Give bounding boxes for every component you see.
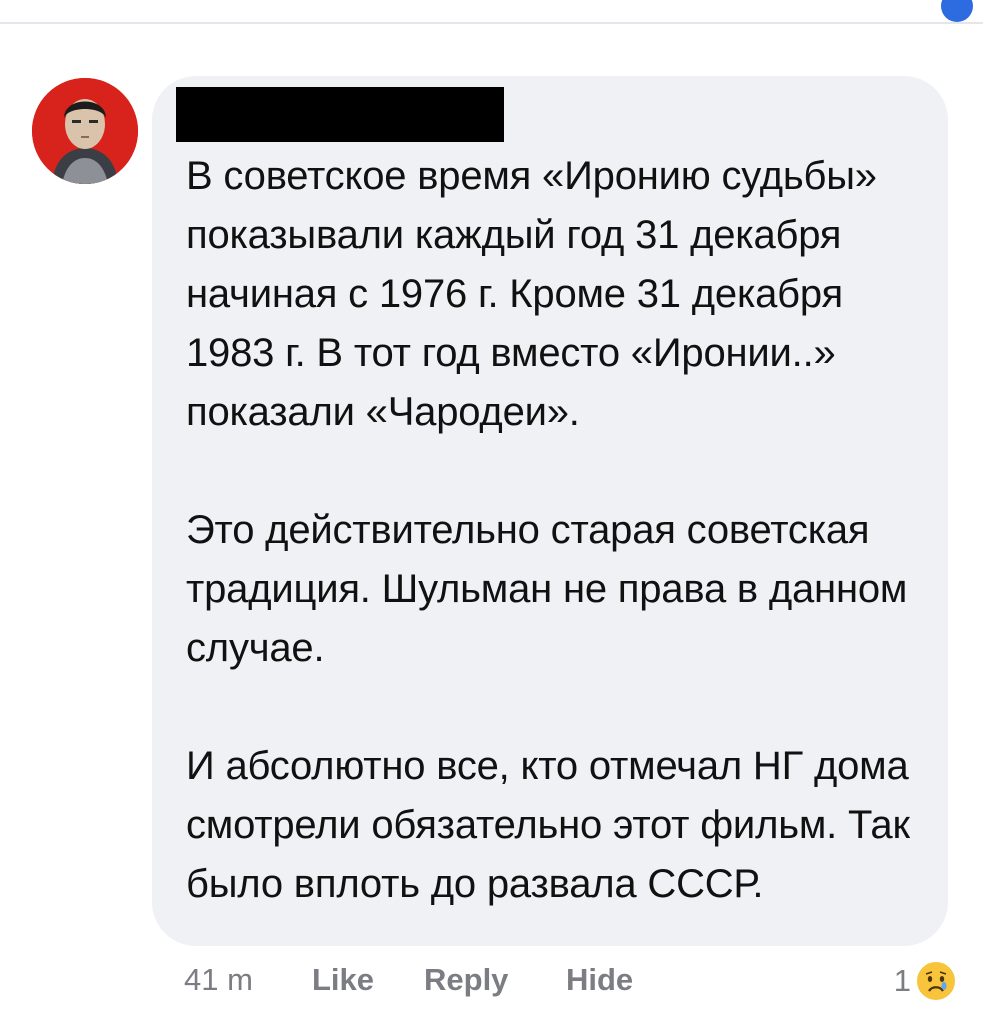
- comment-text: В советское время «Иронию судьбы» показы…: [186, 147, 926, 914]
- comment-thread: В советское время «Иронию судьбы» показы…: [0, 0, 983, 1024]
- hide-button[interactable]: Hide: [566, 962, 633, 998]
- redacted-author-name: [176, 87, 504, 142]
- reactions-summary[interactable]: 1: [894, 958, 957, 1004]
- user-avatar-icon[interactable]: [32, 78, 138, 184]
- divider: [0, 22, 983, 24]
- previous-reaction-icon: [941, 0, 973, 22]
- avatar-portrait: [32, 78, 138, 184]
- previous-comment-actions: [180, 0, 943, 20]
- reaction-count: 1: [893, 963, 911, 998]
- like-button[interactable]: Like: [312, 962, 374, 998]
- sad-reaction-icon: [915, 960, 957, 1002]
- comment-paragraph: Это действительно старая советская тради…: [186, 508, 908, 670]
- comment-paragraph: И абсолютно все, кто отмечал НГ дома смо…: [186, 744, 910, 906]
- comment-timestamp: 41 m: [184, 962, 253, 997]
- comment-paragraph: В советское время «Иронию судьбы» показы…: [186, 154, 877, 434]
- sad-face-glyph: [919, 964, 953, 998]
- reply-button[interactable]: Reply: [424, 962, 508, 998]
